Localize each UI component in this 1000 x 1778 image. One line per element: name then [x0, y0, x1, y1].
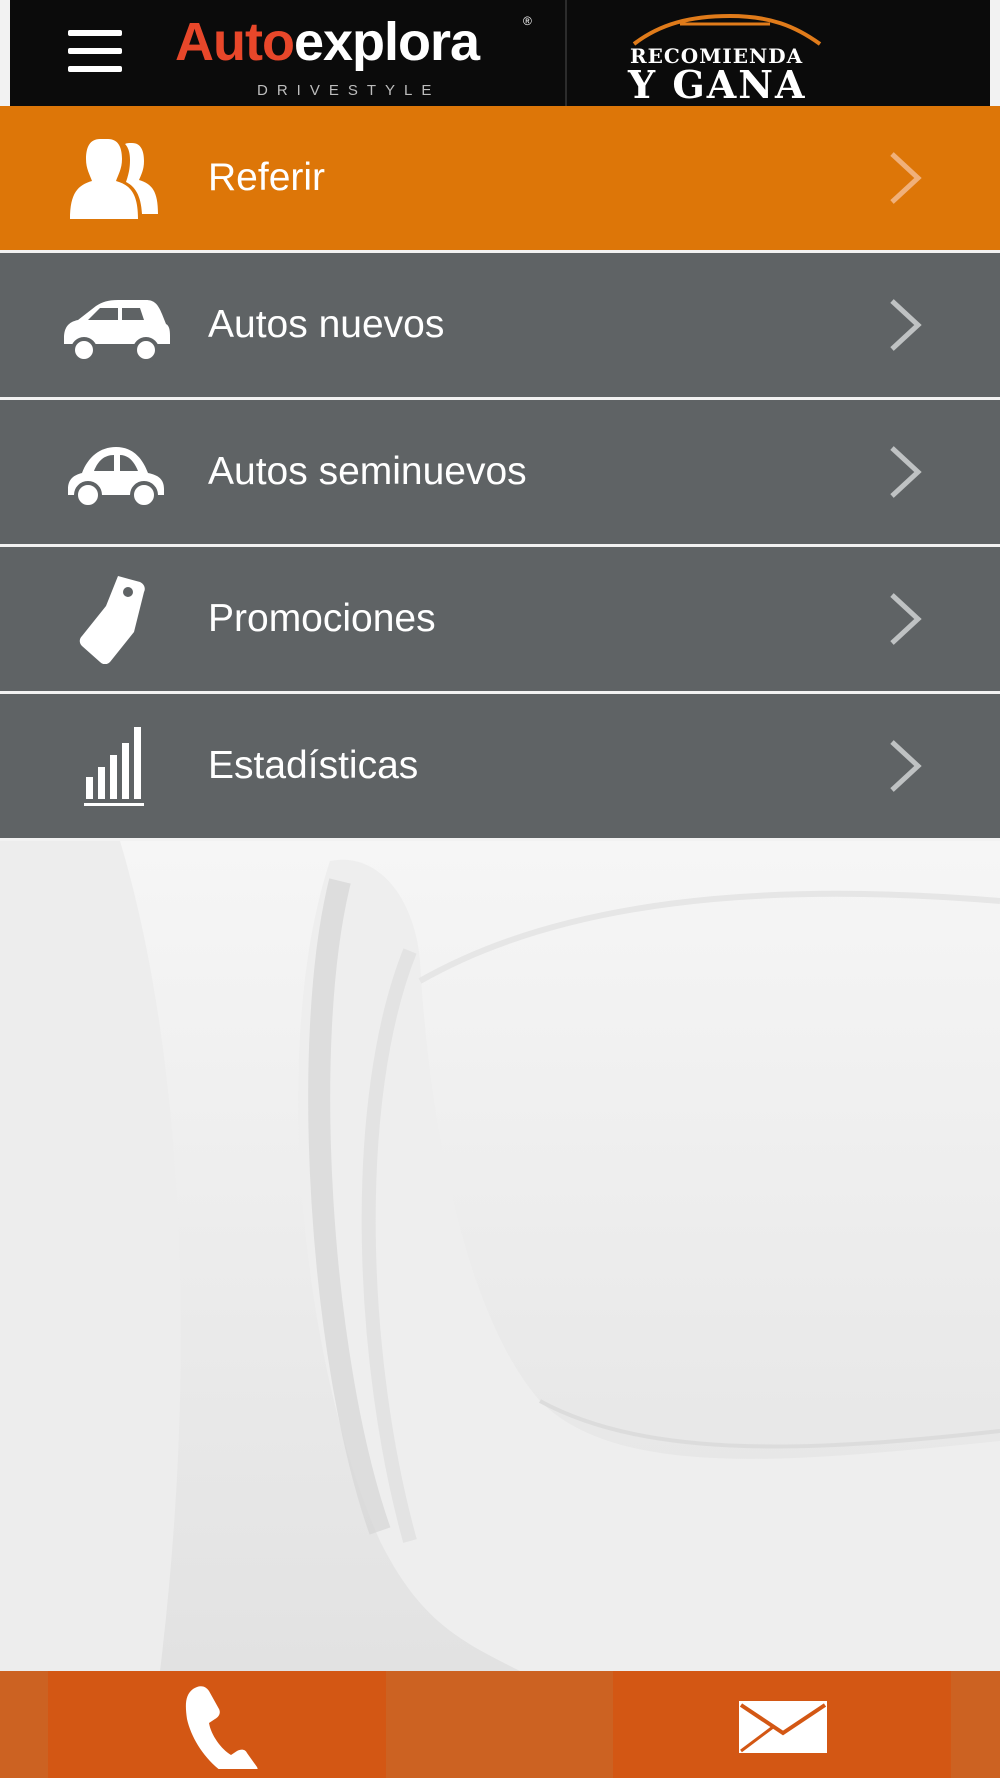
- promo-line2: Y GANA: [628, 62, 807, 107]
- menu-item-autos-seminuevos[interactable]: Autos seminuevos: [0, 400, 1000, 544]
- autoexplora-logo: Autoexplora ® DRIVESTYLE: [175, 12, 540, 102]
- footer-bar: [0, 1671, 1000, 1778]
- phone-icon: [185, 1686, 258, 1769]
- chevron-right-icon: [890, 740, 922, 792]
- menu-item-label: Promociones: [208, 597, 436, 640]
- used-car-icon: [68, 447, 164, 509]
- hamburger-icon[interactable]: [68, 28, 124, 78]
- chevron-right-icon: [890, 446, 922, 498]
- chevron-right-icon: [890, 152, 922, 204]
- registered-mark: ®: [523, 14, 532, 28]
- brand-part2: explora: [293, 12, 480, 72]
- email-button[interactable]: [613, 1671, 951, 1778]
- call-button[interactable]: [48, 1671, 386, 1778]
- menu-item-label: Autos seminuevos: [208, 450, 527, 493]
- chevron-right-icon: [890, 299, 922, 351]
- recomienda-y-gana-logo: RECOMIENDA Y GANA: [620, 10, 840, 107]
- brand-tagline: DRIVESTYLE: [257, 82, 441, 99]
- main-menu: Referir Autos nuevos Autos seminuevos Pr…: [0, 106, 1000, 841]
- app-header: Autoexplora ® DRIVESTYLE RECOMIENDA Y GA…: [10, 0, 990, 107]
- menu-item-label: Autos nuevos: [208, 303, 445, 346]
- price-tag-icon: [79, 576, 145, 664]
- menu-item-autos-nuevos[interactable]: Autos nuevos: [0, 253, 1000, 397]
- header-divider: [565, 0, 567, 106]
- menu-item-promociones[interactable]: Promociones: [0, 547, 1000, 691]
- new-car-icon: [64, 300, 170, 363]
- brand-part1: Auto: [175, 12, 295, 72]
- menu-item-referir[interactable]: Referir: [0, 106, 1000, 250]
- menu-item-label: Estadísticas: [208, 744, 419, 787]
- referral-users-icon: [70, 139, 158, 219]
- chevron-right-icon: [890, 593, 922, 645]
- bar-chart-icon: [84, 727, 144, 806]
- mail-icon: [739, 1701, 827, 1753]
- menu-item-label: Referir: [208, 156, 326, 199]
- menu-item-estadisticas[interactable]: Estadísticas: [0, 694, 1000, 838]
- background-car-image: [0, 841, 1000, 1671]
